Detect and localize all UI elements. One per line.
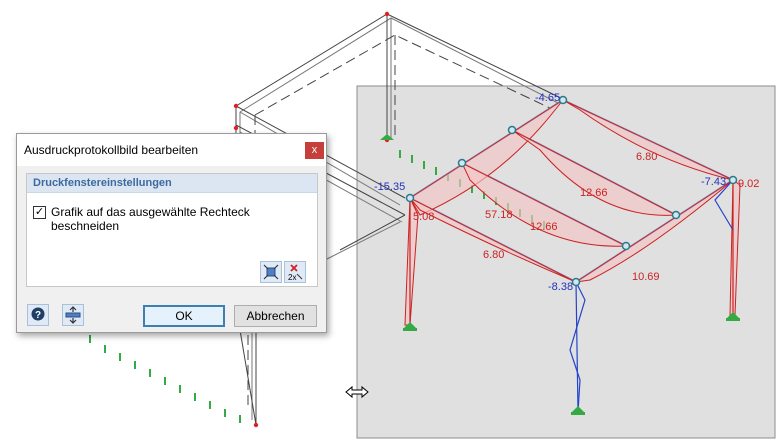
crop-checkbox-label[interactable]: Grafik auf das ausgewählte Rechteck besc… (51, 205, 317, 233)
fit-height-icon (65, 306, 81, 324)
selection-rectangle[interactable] (356, 85, 776, 439)
value-label: -15.35 (374, 181, 405, 193)
value-label: -4.65 (535, 92, 560, 104)
ok-button[interactable]: OK (143, 305, 225, 327)
value-label: -8.38 (548, 281, 573, 293)
print-window-settings-group: Druckfenstereinstellungen ✓ Grafik auf d… (26, 173, 318, 287)
group-title: Druckfenstereinstellungen (33, 177, 172, 189)
group-header: Druckfenstereinstellungen (27, 174, 317, 193)
dialog-title: Ausdruckprotokollbild bearbeiten (24, 143, 199, 157)
value-label: 12.66 (580, 187, 608, 199)
value-label: 10.69 (632, 271, 660, 283)
value-label: 57.18 (485, 209, 513, 221)
cancel-button[interactable]: Abbrechen (234, 305, 317, 327)
value-label: 6.80 (636, 151, 657, 163)
crop-checkbox[interactable]: ✓ (33, 206, 46, 219)
svg-text:2x: 2x (288, 273, 296, 282)
load-arrows-bottom (89, 335, 241, 423)
zoom-fit-button[interactable] (260, 261, 282, 283)
dialog-titlebar: Ausdruckprotokollbild bearbeiten x (17, 134, 326, 166)
fit-height-button[interactable] (62, 304, 84, 326)
zoom-fit-icon (263, 264, 279, 280)
svg-text:?: ? (35, 310, 41, 321)
value-label: 12.66 (530, 221, 558, 233)
value-label: 6.80 (483, 249, 504, 261)
value-label: 5.08 (413, 211, 434, 223)
delete-2x-icon: 2x (288, 264, 303, 282)
edit-printout-image-dialog: Ausdruckprotokollbild bearbeiten x Druck… (16, 133, 327, 333)
help-button[interactable]: ? (27, 304, 49, 326)
value-label: -7.43 (701, 176, 726, 188)
close-button[interactable]: x (305, 142, 324, 159)
help-icon: ? (31, 307, 45, 321)
delete-2x-button[interactable]: 2x (284, 261, 306, 283)
value-label: 9.02 (738, 178, 759, 190)
